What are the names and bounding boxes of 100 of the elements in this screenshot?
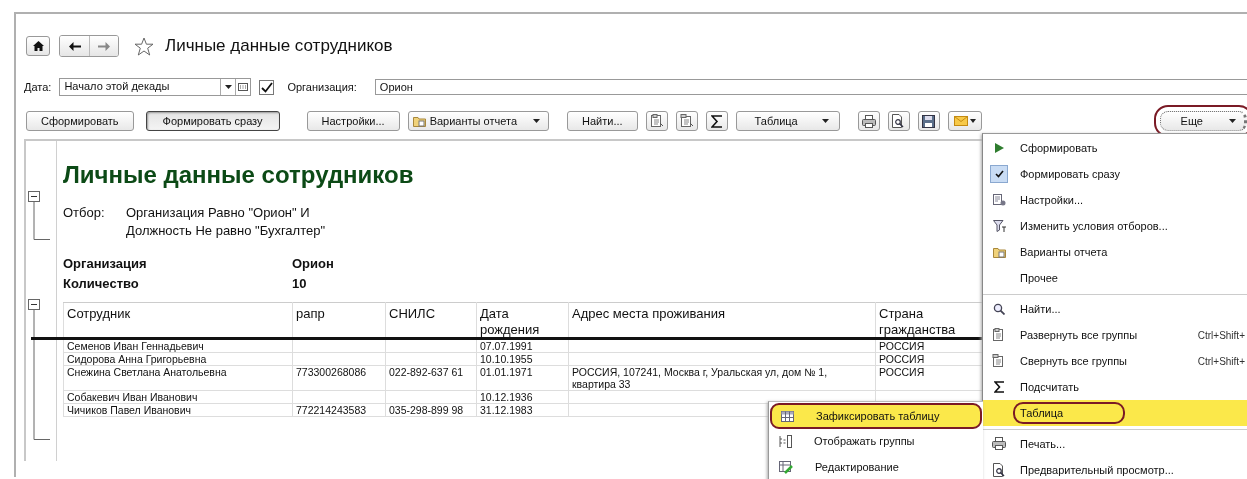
filter-icon [992,220,1006,232]
caret-icon [224,85,232,89]
mail-button[interactable] [947,111,982,131]
menu-item-label: Печать... [1019,436,1067,452]
caret-icon [533,119,540,123]
report-title: Личные данные сотрудников [63,161,415,189]
table-dropdown[interactable]: Таблица [735,111,840,131]
collapse-groups-icon [992,354,1006,368]
settings-icon [992,194,1006,206]
caret-icon [1229,119,1236,123]
table-cell: Семенов Иван Геннадьевич [67,340,204,352]
menu-item[interactable]: Формировать сразу [983,161,1247,187]
summary-value: Орион [292,256,334,273]
menu-item[interactable]: Изменить условия отборов... [983,213,1247,239]
date-field[interactable]: Начало этой декады [59,78,252,96]
table-cell: 772214243583 [296,404,367,416]
table-cell: Снежина Светлана Анатольевна [67,366,227,378]
edit-table-icon [779,460,793,474]
organization-label: Организация: [287,81,357,93]
toolbar-button[interactable]: Сформировать [26,111,134,131]
menu-item-label: Сформировать [1019,141,1099,156]
shortcut-label: Ctrl+Shift+ [1197,355,1245,367]
group-outline-drawing [28,191,50,241]
summary-label: Организация [63,256,148,273]
home-icon [32,41,44,51]
folder-icon [992,246,1006,258]
menu-item[interactable]: Свернуть все группы Ctrl+Shift+ [983,348,1247,374]
caret-icon [821,119,829,123]
save-button[interactable] [917,111,940,131]
sum-button[interactable] [705,111,728,131]
table-cell: 10.10.1955 [480,353,533,365]
expand-groups-icon [992,328,1006,342]
menu-item[interactable]: Варианты отчета [983,239,1247,265]
table-cell: 035-298-899 98 [389,404,464,416]
table-cell: Сидорова Анна Григорьевна [67,353,207,365]
menu-item-label: Развернуть все группы [1019,328,1139,343]
table-cell: РОССИЯ [879,340,925,352]
toolbar-button[interactable]: Найти... [567,111,638,131]
sum-icon [710,114,723,128]
filter-condition: Должность Не равно "Бухгалтер" [126,222,326,240]
toolbar-button[interactable]: Настройки... [306,111,400,131]
menu-item-label: Изменить условия отборов... [1019,219,1169,234]
window-title: Личные данные сотрудников [165,36,393,56]
home-button[interactable] [26,36,50,56]
envelope-icon [953,116,976,126]
menu-item-label: Свернуть все группы [1019,354,1129,369]
menu-item-label: Варианты отчета [1019,245,1109,260]
table-cell: РОССИЯ [879,353,925,365]
arrow-left-icon [68,41,81,51]
table-cell: Чичиков Павел Иванович [67,404,192,416]
menu-item[interactable]: Печать... [983,429,1247,457]
preview-icon [892,114,906,128]
groups-icon [779,434,792,448]
menu-item[interactable]: Таблица [983,400,1247,426]
table-cell: 773300268086 [296,366,367,378]
summary-label: Количество [63,276,140,293]
print-button[interactable] [857,111,880,131]
back-button[interactable] [60,36,89,56]
menu-item-label: Предварительный просмотр... [1019,463,1175,478]
table-cell: РОССИЯ, 107241, Москва г, Уральская ул, дом № 1, квартира 33 [572,366,828,390]
expand-groups-icon [649,114,664,128]
filter-condition: Организация Равно "Орион" И [126,204,311,222]
menu-item-label: Прочее [1019,271,1059,286]
menu-item[interactable]: Зафиксировать таблицу [771,404,981,428]
menu-item-label: Таблица [1015,404,1124,422]
variants-dropdown[interactable]: Варианты отчета [407,111,549,131]
menu-item[interactable]: Предварительный просмотр... [983,457,1247,479]
preview-button[interactable] [887,111,910,131]
expand-button[interactable] [645,111,668,131]
table-cell: РОССИЯ [879,366,925,378]
table-cell: 022-892-637 61 [389,366,464,378]
menu-item-label: Подсчитать [1019,380,1080,395]
filter-label: Отбор: [63,205,106,222]
sum-icon [993,381,1005,393]
toolbar-button[interactable]: Формировать сразу [145,111,280,131]
menu-item[interactable]: Редактирование [769,454,983,479]
summary-value: 10 [292,276,307,293]
table-cell: Собакевич Иван Иванович [67,391,198,403]
organization-field[interactable]: Орион [374,79,1247,95]
folder-icon [412,115,426,127]
organization-checkbox[interactable] [259,79,275,95]
menu-item[interactable]: Подсчитать [983,374,1247,400]
menu-item[interactable]: Отображать группы [769,428,983,454]
menu-item-label: Формировать сразу [1019,167,1121,182]
arrow-right-icon [98,41,110,51]
star-icon[interactable] [134,36,154,56]
menu-item[interactable]: Сформировать [983,135,1247,161]
calendar-icon [238,83,249,91]
collapse-button[interactable] [675,111,698,131]
menu-item[interactable]: Прочее [983,265,1247,291]
printer-icon [992,437,1006,450]
menu-item-label: Найти... [1019,301,1062,317]
date-label: Дата: [24,81,52,93]
check-icon [994,170,1004,178]
table-cell: 01.01.1971 [480,366,533,378]
menu-item[interactable]: Настройки... [983,187,1247,213]
collapse-groups-icon [679,114,694,128]
shortcut-label: Ctrl+Shift+ [1197,329,1245,341]
menu-item-label: Настройки... [1019,193,1085,208]
play-icon [994,143,1004,153]
